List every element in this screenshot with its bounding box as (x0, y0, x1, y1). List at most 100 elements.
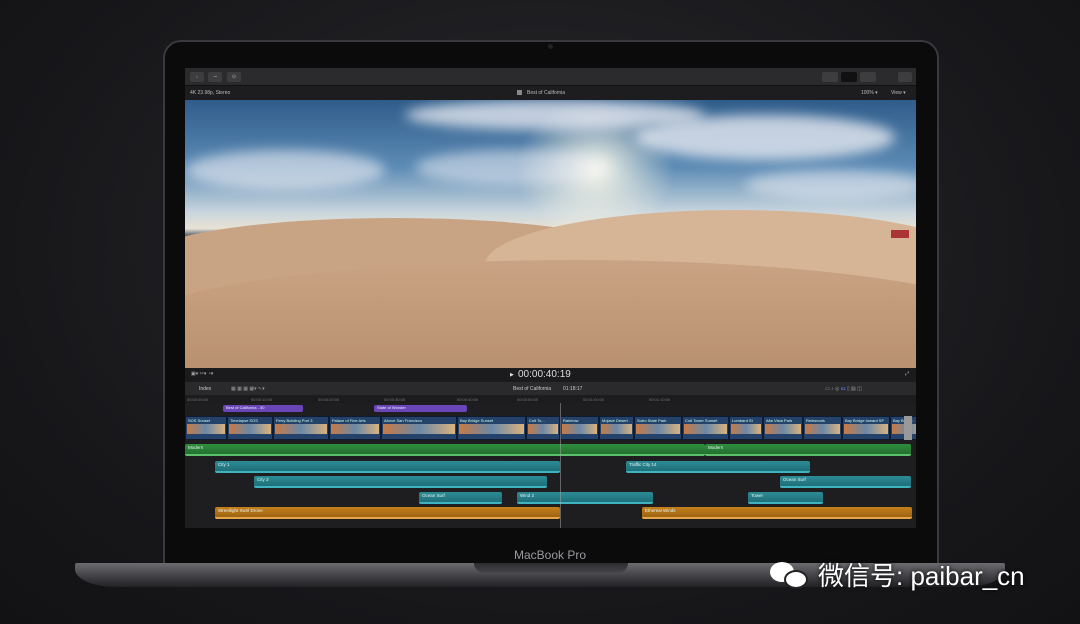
clip-thumbnail (601, 424, 632, 434)
film-icon (517, 90, 522, 95)
format-info: 4K 23.98p, Stereo (190, 90, 230, 96)
video-clip[interactable]: Alta Vista Park (763, 416, 803, 440)
clip-thumbnail (805, 424, 840, 434)
background-tasks-button[interactable]: ⊙ (227, 72, 241, 82)
video-clip[interactable]: Redwoods (803, 416, 842, 440)
video-clip[interactable]: Sutro State Park (634, 416, 682, 440)
title-clip[interactable]: State of Wonder (374, 405, 467, 412)
music-clip[interactable]: Modern (705, 444, 911, 456)
inspector-toggle[interactable] (860, 72, 876, 82)
clip-thumbnail (187, 424, 225, 434)
clip-thumbnail (459, 424, 524, 434)
viewer-desert-image (185, 100, 916, 368)
import-button[interactable]: ↓ (190, 72, 204, 82)
browser-toggle[interactable] (822, 72, 838, 82)
view-dropdown[interactable]: View ▾ (891, 90, 906, 96)
video-clip[interactable]: Above San Francisco (381, 416, 457, 440)
video-clip-label: Rainbow (563, 418, 579, 423)
clip-thumbnail (383, 424, 455, 434)
clip-thumbnail (636, 424, 680, 434)
video-clip-label: Alta Vista Park (766, 418, 792, 423)
top-toolbar: ↓ ⊸ ⊙ (185, 68, 916, 86)
video-clip[interactable]: Coit To... (526, 416, 560, 440)
video-clip[interactable]: Bay Bridge Sunset (457, 416, 526, 440)
video-clip[interactable]: Bay Bridge (890, 416, 916, 440)
clip-thumbnail (731, 424, 761, 434)
effect-clip[interactable]: Ethereal Winds (642, 507, 912, 519)
video-clip-label: Coit Tower Sunset (685, 418, 717, 423)
audio-clip[interactable]: Wind 2 (517, 492, 653, 504)
video-clip-label: Bay Bridge Sunset (460, 418, 493, 423)
video-clip[interactable]: Palace of Fine Arts (329, 416, 381, 440)
clip-appearance-icons[interactable]: ▦ ▦ ▦ ▦▾ ↖▾ (231, 386, 265, 392)
wechat-icon (770, 560, 810, 590)
timeline-ruler: 00:00:00:00 00:00:10:00 00:00:20:00 00:0… (185, 395, 916, 403)
transform-icon[interactable]: ▣▾ ✂▾ ◔▾ (191, 371, 213, 377)
timeline-duration: 01:18:17 (563, 386, 582, 392)
final-cut-pro-window: ↓ ⊸ ⊙ 4K 23.98p, Stereo Best of Californ… (185, 68, 916, 528)
index-button[interactable]: Index (199, 386, 211, 392)
video-clip-label: Lombard St (732, 418, 753, 423)
video-clip-label: Coit To... (529, 418, 545, 423)
device-label: MacBook Pro (480, 548, 620, 562)
audio-clip[interactable]: Tower (748, 492, 823, 504)
ruler-tick: 00:01:10:00 (649, 397, 670, 402)
marker (891, 230, 909, 238)
playhead[interactable] (560, 403, 561, 528)
video-clip-label: Palace of Fine Arts (332, 418, 366, 423)
video-clip-label: SOS Sunset (188, 418, 210, 423)
audio-clip[interactable]: Traffic City 14 (626, 461, 810, 473)
video-clip-label: Ferry Building Port 3 (276, 418, 312, 423)
video-clip-label: Above San Francisco (384, 418, 422, 423)
video-clip[interactable]: Bay Bridge toward SF (842, 416, 890, 440)
viewer-info-bar: 4K 23.98p, Stereo Best of California 100… (185, 86, 916, 100)
audio-clip[interactable]: City 3 (254, 476, 547, 488)
timeline: Best of California - 30 State of Wonder … (185, 403, 916, 528)
timeline-project-name: Best of California (513, 386, 551, 392)
video-clip[interactable]: SOS Sunset (185, 416, 227, 440)
share-button[interactable] (898, 72, 912, 82)
fullscreen-icon[interactable]: ⤢ (905, 371, 909, 377)
keyword-button[interactable]: ⊸ (208, 72, 222, 82)
timeline-scrollbar[interactable] (904, 416, 912, 440)
video-clip[interactable]: Lombard St (729, 416, 763, 440)
audio-clip[interactable]: City 1 (215, 461, 560, 473)
clip-thumbnail (844, 424, 888, 434)
audio-skimming-icons[interactable]: ▭ ♪ ◎ ▭ ▯ ▤ ◫ (825, 386, 862, 392)
ruler-tick: 00:01:00:00 (583, 397, 604, 402)
laptop-notch (474, 563, 628, 573)
ruler-tick: 00:00:00:00 (187, 397, 208, 402)
timecode-display: 00:00:40:19 (518, 369, 571, 380)
clip-thumbnail (684, 424, 727, 434)
clip-thumbnail (275, 424, 327, 434)
video-clip[interactable]: Rainbow (560, 416, 599, 440)
video-clip[interactable]: Timelapse SOS (227, 416, 273, 440)
watermark-text: 微信号: paibar_cn (818, 556, 1025, 593)
timeline-header: Index ▦ ▦ ▦ ▦▾ ↖▾ Best of California 01:… (185, 382, 916, 395)
viewer-controls: ▣▾ ✂▾ ◔▾ ▶ 00:00:40:19 ⤢ (185, 368, 916, 382)
play-icon[interactable]: ▶ (510, 372, 514, 378)
clip-thumbnail (229, 424, 271, 434)
clip-thumbnail (562, 424, 597, 434)
ruler-tick: 00:00:10:00 (251, 397, 272, 402)
audio-clip[interactable]: Ocean Surf (780, 476, 911, 488)
viewer-title: Best of California (527, 90, 565, 96)
ruler-tick: 00:00:40:00 (457, 397, 478, 402)
music-clip[interactable]: Modern (185, 444, 705, 456)
video-clip-label: Sutro State Park (637, 418, 666, 423)
video-clip[interactable]: Mojave Desert (599, 416, 634, 440)
ruler-tick: 00:00:20:00 (318, 397, 339, 402)
ruler-tick: 00:00:30:00 (384, 397, 405, 402)
timeline-toggle[interactable] (841, 72, 857, 82)
effect-clip[interactable]: Streetlight Swirl Drone (215, 507, 560, 519)
clip-thumbnail (765, 424, 801, 434)
clip-thumbnail (528, 424, 558, 434)
zoom-dropdown[interactable]: 100% ▾ (861, 90, 878, 96)
video-clip-label: Timelapse SOS (230, 418, 258, 423)
audio-clip[interactable]: Ocean Surf (419, 492, 502, 504)
video-clip[interactable]: Coit Tower Sunset (682, 416, 729, 440)
video-clip-label: Mojave Desert (602, 418, 628, 423)
title-clip[interactable]: Best of California - 30 (223, 405, 303, 412)
video-clip[interactable]: Ferry Building Port 3 (273, 416, 329, 440)
video-clip-label: Redwoods (806, 418, 825, 423)
